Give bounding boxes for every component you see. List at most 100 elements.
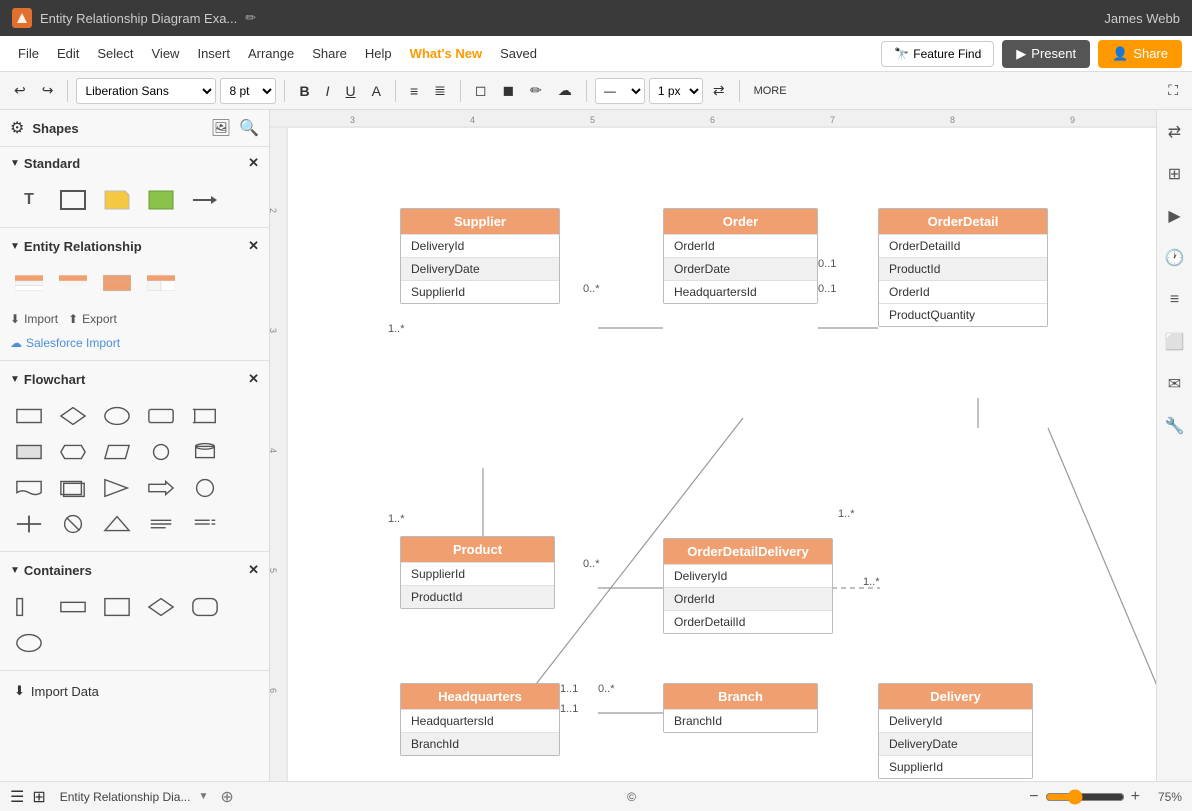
export-button[interactable]: ⬆ Export [68, 312, 117, 326]
grid-view-icon[interactable]: ⊞ [32, 787, 45, 807]
cont-shape-3[interactable] [98, 592, 136, 622]
close-containers-icon[interactable]: ✕ [248, 562, 259, 578]
menu-select[interactable]: Select [89, 42, 141, 65]
menu-help[interactable]: Help [357, 42, 400, 65]
er-shape-2[interactable] [54, 268, 92, 298]
fullscreen-button[interactable]: ⛶ [1162, 78, 1184, 103]
right-panel-tools-icon[interactable]: 🔧 [1161, 412, 1189, 440]
section-er[interactable]: ▼ Entity Relationship ✕ [0, 230, 269, 262]
er-shape-4[interactable] [142, 268, 180, 298]
entity-orderdetail[interactable]: OrderDetail OrderDetailId ProductId Orde… [878, 208, 1048, 327]
cont-shape-5[interactable] [186, 592, 224, 622]
entity-orderdetaildelivery[interactable]: OrderDetailDelivery DeliveryId OrderId O… [663, 538, 833, 634]
import-button[interactable]: ⬇ Import [10, 312, 58, 326]
shadow-button[interactable]: ☁ [552, 78, 578, 103]
fc-cyl[interactable] [186, 437, 224, 467]
section-flowchart[interactable]: ▼ Flowchart ✕ [0, 363, 269, 395]
er-shape-1[interactable] [10, 268, 48, 298]
fc-pent[interactable] [98, 509, 136, 539]
fc-multi[interactable] [54, 473, 92, 503]
font-color-button[interactable]: A [366, 79, 387, 103]
er-shape-3[interactable] [98, 268, 136, 298]
zoom-in-button[interactable]: + [1131, 788, 1140, 806]
more-button[interactable]: MORE [748, 81, 793, 101]
rect-shape[interactable] [54, 185, 92, 215]
undo-button[interactable]: ↩ [8, 78, 32, 103]
entity-delivery[interactable]: Delivery DeliveryId DeliveryDate Supplie… [878, 683, 1033, 779]
cont-shape-4[interactable] [142, 592, 180, 622]
text-shape[interactable]: T [10, 185, 48, 215]
right-panel-arrows-icon[interactable]: ⇄ [1161, 118, 1189, 146]
green-rect-shape[interactable] [142, 185, 180, 215]
fc-oval[interactable] [98, 401, 136, 431]
entity-order[interactable]: Order OrderId OrderDate HeadquartersId [663, 208, 818, 304]
underline-button[interactable]: U [339, 79, 361, 103]
font-family-select[interactable]: Liberation Sans [76, 78, 216, 104]
right-panel-clock-icon[interactable]: 🕐 [1161, 244, 1189, 272]
stroke-color-button[interactable]: ✏ [524, 78, 548, 103]
entity-product[interactable]: Product SupplierId ProductId [400, 536, 555, 609]
close-er-icon[interactable]: ✕ [248, 238, 259, 254]
menu-whats-new[interactable]: What's New [402, 42, 490, 65]
fc-rect2[interactable] [142, 401, 180, 431]
redo-button[interactable]: ↪ [36, 78, 60, 103]
right-panel-layers-icon[interactable]: ≡ [1161, 286, 1189, 314]
fc-cross[interactable] [10, 509, 48, 539]
fc-rect[interactable] [10, 401, 48, 431]
font-size-select[interactable]: 8 pt [220, 78, 276, 104]
fc-doc[interactable] [10, 473, 48, 503]
add-diagram-button[interactable]: ⊕ [220, 787, 233, 807]
menu-file[interactable]: File [10, 42, 47, 65]
fc-ban[interactable] [54, 509, 92, 539]
zoom-slider[interactable] [1045, 789, 1125, 805]
fc-list2[interactable] [186, 509, 224, 539]
line-width-select[interactable]: 1 px [649, 78, 703, 104]
connect-button[interactable]: ⇄ [707, 78, 731, 103]
right-panel-play-icon[interactable]: ▶ [1161, 202, 1189, 230]
canvas-content[interactable]: 1..1 0..1 0..1 0..* 1..* 0..* 1..* 1..* … [288, 128, 1156, 781]
present-button[interactable]: ▶ Present [1002, 40, 1090, 68]
entity-headquarters[interactable]: Headquarters HeadquartersId BranchId [400, 683, 560, 756]
fc-arrow2[interactable] [142, 473, 180, 503]
cont-shape-2[interactable] [54, 592, 92, 622]
fc-list1[interactable] [142, 509, 180, 539]
fill-button[interactable]: ◻ [469, 78, 493, 103]
right-panel-shape-icon[interactable]: ⬜ [1161, 328, 1189, 356]
edit-title-icon[interactable]: ✏ [245, 10, 256, 26]
fc-rect5[interactable] [54, 437, 92, 467]
entity-supplier[interactable]: Supplier DeliveryId DeliveryDate Supplie… [400, 208, 560, 304]
line-style-select[interactable]: — [595, 78, 645, 104]
italic-button[interactable]: I [320, 79, 336, 103]
search-icon[interactable]: 🔍 [239, 118, 259, 138]
canvas-area[interactable]: 3 4 5 6 7 8 9 2 3 4 5 6 [270, 110, 1156, 781]
fc-flag[interactable] [98, 473, 136, 503]
fc-diamond[interactable] [54, 401, 92, 431]
entity-branch[interactable]: Branch BranchId [663, 683, 818, 733]
share-button[interactable]: 👤 Share [1098, 40, 1182, 68]
menu-view[interactable]: View [144, 42, 188, 65]
fc-rect4[interactable] [10, 437, 48, 467]
bold-button[interactable]: B [293, 79, 315, 103]
fill-color-button[interactable]: ◼ [496, 78, 520, 103]
menu-share[interactable]: Share [304, 42, 355, 65]
import-data-row[interactable]: ⬇ Import Data [0, 673, 269, 709]
right-panel-comment-icon[interactable]: ✉ [1161, 370, 1189, 398]
image-icon[interactable]: 🖼 [211, 118, 231, 138]
feature-find-button[interactable]: 🔭 Feature Find [881, 41, 994, 67]
cont-shape-1[interactable] [10, 592, 48, 622]
list-view-icon[interactable]: ☰ [10, 787, 24, 807]
section-containers[interactable]: ▼ Containers ✕ [0, 554, 269, 586]
close-standard-icon[interactable]: ✕ [248, 155, 259, 171]
menu-edit[interactable]: Edit [49, 42, 87, 65]
fc-circle[interactable] [186, 473, 224, 503]
arrow-shape[interactable] [186, 185, 224, 215]
menu-arrange[interactable]: Arrange [240, 42, 302, 65]
align-right-button[interactable]: ≣ [428, 78, 452, 103]
note-shape[interactable] [98, 185, 136, 215]
section-standard[interactable]: ▼ Standard ✕ [0, 147, 269, 179]
menu-insert[interactable]: Insert [189, 42, 238, 65]
fc-rect3[interactable] [186, 401, 224, 431]
close-flowchart-icon[interactable]: ✕ [248, 371, 259, 387]
salesforce-import-button[interactable]: ☁ Salesforce Import [10, 336, 259, 350]
zoom-out-button[interactable]: − [1029, 788, 1038, 806]
